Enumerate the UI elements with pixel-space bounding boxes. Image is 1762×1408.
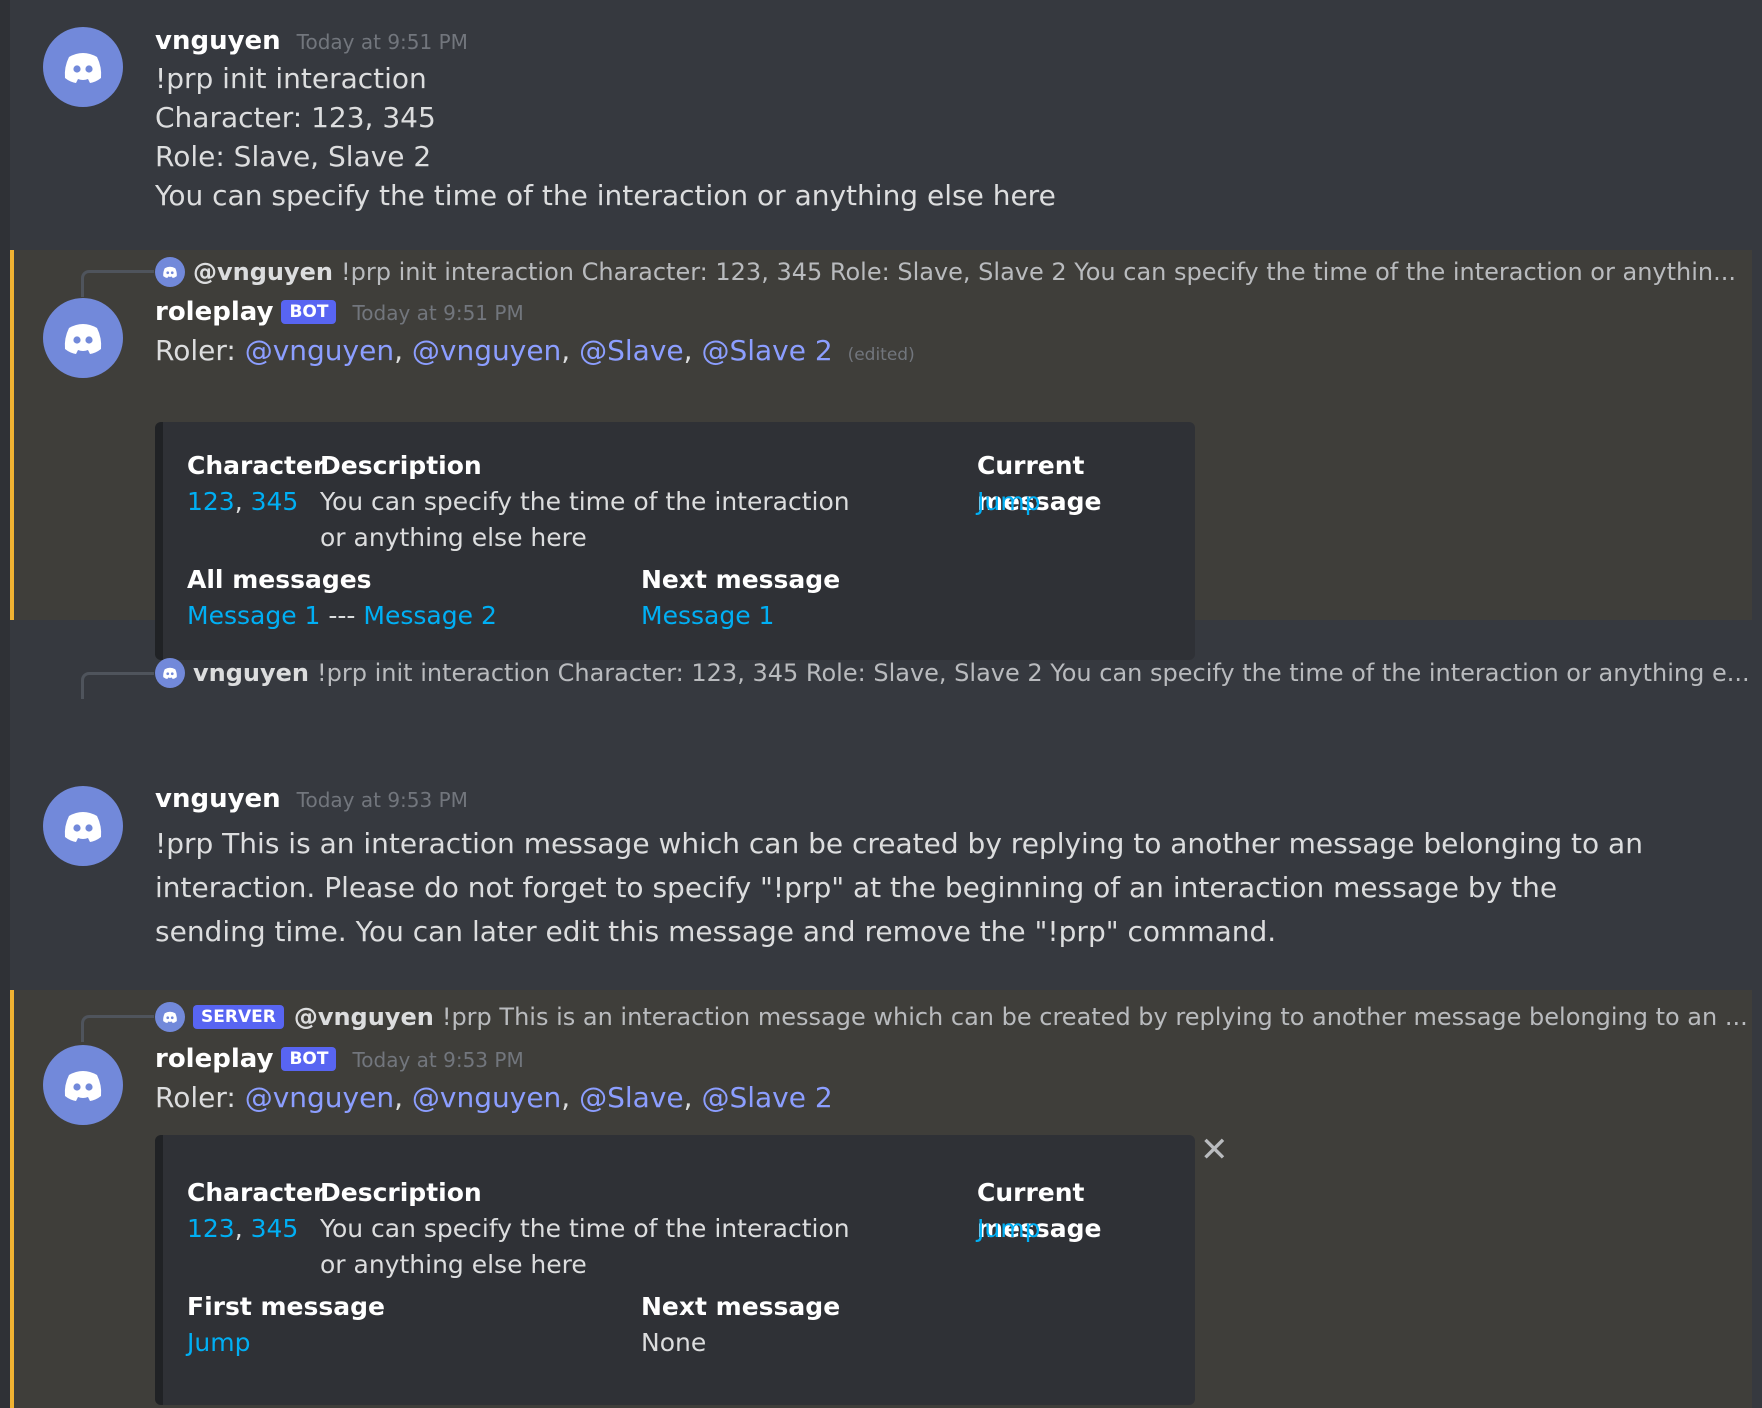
discord-logo-icon	[64, 53, 102, 83]
character-link[interactable]: 123	[187, 487, 235, 516]
character-link[interactable]: 345	[251, 1214, 299, 1243]
close-icon[interactable]: ✕	[1200, 1130, 1229, 1170]
separator: ,	[234, 1214, 243, 1243]
timestamp: Today at 9:53 PM	[296, 788, 468, 812]
discord-logo-icon	[64, 812, 102, 842]
message-1: vnguyen Today at 9:51 PM !prp init inter…	[10, 0, 1752, 250]
message-3: vnguyen !prp init interaction Character:…	[10, 620, 1752, 990]
avatar[interactable]	[43, 786, 123, 866]
message-4: SERVER @vnguyen !prp This is an interact…	[10, 990, 1752, 1408]
reply-preview[interactable]: SERVER @vnguyen !prp This is an interact…	[155, 1002, 1748, 1032]
description-text: You can specify the time of the interact…	[320, 1214, 850, 1279]
message-line: !prp init interaction	[155, 62, 427, 95]
avatar[interactable]	[43, 27, 123, 107]
reply-text: !prp init interaction Character: 123, 34…	[317, 659, 1750, 687]
separator: ,	[234, 487, 243, 516]
reply-author[interactable]: @vnguyen	[193, 258, 333, 286]
timestamp: Today at 9:51 PM	[296, 30, 468, 54]
separator: ,	[394, 334, 403, 367]
discord-logo-icon	[64, 1071, 102, 1101]
author-name[interactable]: vnguyen	[155, 784, 281, 814]
discord-logo-icon	[64, 324, 102, 354]
reply-author[interactable]: @vnguyen	[294, 1003, 434, 1031]
message-2: @vnguyen !prp init interaction Character…	[10, 250, 1752, 660]
author-name[interactable]: roleplay	[155, 297, 273, 327]
first-message-title: First message	[187, 1292, 385, 1321]
left-strip	[0, 0, 10, 1408]
timestamp: Today at 9:51 PM	[352, 301, 524, 325]
timestamp: Today at 9:53 PM	[352, 1048, 524, 1072]
description-text: You can specify the time of the interact…	[320, 487, 850, 552]
message-line: Character: 123, 345	[155, 101, 436, 134]
description-title: Description	[320, 451, 482, 480]
reply-preview[interactable]: vnguyen !prp init interaction Character:…	[155, 658, 1750, 688]
mention[interactable]: @vnguyen	[245, 1081, 394, 1114]
separator: ,	[683, 334, 693, 367]
author-name[interactable]: roleplay	[155, 1044, 273, 1074]
roler-label: Roler:	[155, 1081, 236, 1114]
mention[interactable]: @vnguyen	[412, 334, 561, 367]
reply-text: !prp This is an interaction message whic…	[441, 1003, 1748, 1031]
bot-badge: BOT	[281, 300, 337, 324]
roler-line: Roler: @vnguyen, @vnguyen, @Slave, @Slav…	[155, 334, 915, 367]
message-body: !prp This is an interaction message whic…	[155, 827, 1643, 948]
next-message-title: Next message	[641, 1292, 841, 1321]
server-badge: SERVER	[193, 1005, 284, 1029]
reply-preview[interactable]: @vnguyen !prp init interaction Character…	[155, 257, 1736, 287]
reply-avatar	[155, 257, 185, 287]
reply-connector	[81, 672, 154, 699]
author-name[interactable]: vnguyen	[155, 26, 281, 56]
message-line: Role: Slave, Slave 2	[155, 140, 432, 173]
character-values: 123, 345	[187, 1211, 298, 1247]
message-line: You can specify the time of the interact…	[155, 179, 1056, 212]
first-message-link[interactable]: Jump	[187, 1325, 250, 1361]
separator: ,	[394, 1081, 403, 1114]
reply-connector	[81, 1015, 154, 1042]
reply-avatar	[155, 658, 185, 688]
current-message-link[interactable]: Jump	[977, 484, 1040, 520]
reply-avatar	[155, 1002, 185, 1032]
mention[interactable]: @Slave 2	[701, 334, 832, 367]
discord-logo-icon	[163, 667, 177, 679]
character-title: Character	[187, 451, 326, 480]
mention[interactable]: @Slave	[579, 334, 684, 367]
reply-connector	[81, 270, 154, 297]
all-messages-title: All messages	[187, 565, 372, 594]
description-title: Description	[320, 1178, 482, 1207]
current-message-link[interactable]: Jump	[977, 1211, 1040, 1247]
separator: ,	[561, 1081, 571, 1114]
roler-line: Roler: @vnguyen, @vnguyen, @Slave, @Slav…	[155, 1081, 833, 1114]
next-message-title: Next message	[641, 565, 841, 594]
edited-label: (edited)	[847, 345, 915, 365]
mention[interactable]: @vnguyen	[245, 334, 394, 367]
next-message-value: None	[641, 1328, 707, 1357]
discord-logo-icon	[163, 266, 177, 278]
discord-logo-icon	[163, 1011, 177, 1023]
avatar[interactable]	[43, 298, 123, 378]
separator: ,	[561, 334, 571, 367]
separator: ,	[683, 1081, 693, 1114]
mention[interactable]: @Slave 2	[701, 1081, 832, 1114]
reply-author[interactable]: vnguyen	[193, 659, 309, 687]
roler-label: Roler:	[155, 334, 236, 367]
character-link[interactable]: 123	[187, 1214, 235, 1243]
mention[interactable]: @Slave	[579, 1081, 684, 1114]
character-link[interactable]: 345	[251, 487, 299, 516]
interaction-embed: Character 123, 345 Description You can s…	[155, 1135, 1195, 1405]
character-values: 123, 345	[187, 484, 298, 520]
avatar[interactable]	[43, 1045, 123, 1125]
bot-badge: BOT	[281, 1047, 337, 1071]
character-title: Character	[187, 1178, 326, 1207]
mention[interactable]: @vnguyen	[412, 1081, 561, 1114]
reply-text: !prp init interaction Character: 123, 34…	[341, 258, 1736, 286]
